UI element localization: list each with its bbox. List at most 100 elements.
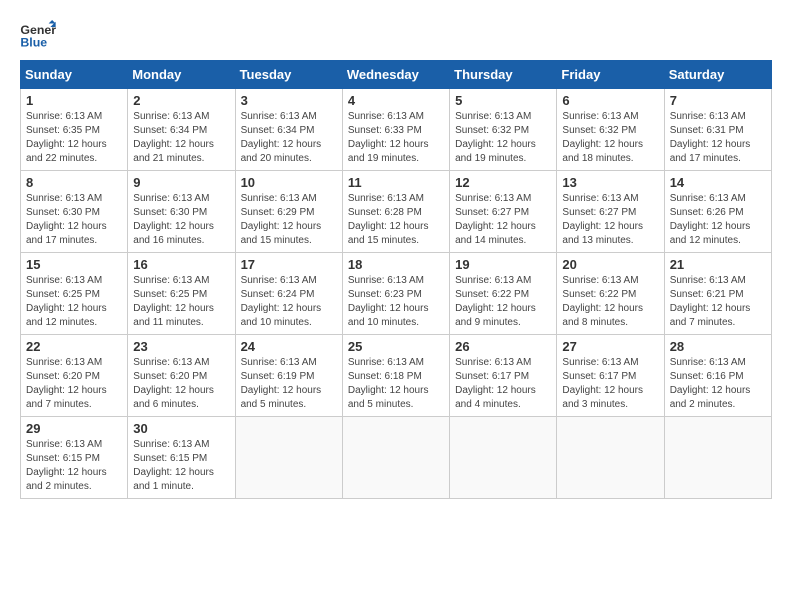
day-info: Sunrise: 6:13 AM Sunset: 6:29 PM Dayligh… [241, 192, 337, 248]
calendar-cell [342, 417, 449, 499]
day-number: 14 [670, 175, 766, 190]
calendar-cell: 10 Sunrise: 6:13 AM Sunset: 6:29 PM Dayl… [235, 171, 342, 253]
day-info: Sunrise: 6:13 AM Sunset: 6:16 PM Dayligh… [670, 356, 766, 412]
day-info: Sunrise: 6:13 AM Sunset: 6:34 PM Dayligh… [133, 110, 229, 166]
calendar-cell: 12 Sunrise: 6:13 AM Sunset: 6:27 PM Dayl… [450, 171, 557, 253]
day-info: Sunrise: 6:13 AM Sunset: 6:26 PM Dayligh… [670, 192, 766, 248]
day-info: Sunrise: 6:13 AM Sunset: 6:17 PM Dayligh… [562, 356, 658, 412]
day-number: 29 [26, 421, 122, 436]
calendar-week-row: 29 Sunrise: 6:13 AM Sunset: 6:15 PM Dayl… [21, 417, 772, 499]
calendar-cell: 11 Sunrise: 6:13 AM Sunset: 6:28 PM Dayl… [342, 171, 449, 253]
calendar-cell: 30 Sunrise: 6:13 AM Sunset: 6:15 PM Dayl… [128, 417, 235, 499]
day-info: Sunrise: 6:13 AM Sunset: 6:20 PM Dayligh… [133, 356, 229, 412]
day-number: 13 [562, 175, 658, 190]
day-info: Sunrise: 6:13 AM Sunset: 6:25 PM Dayligh… [26, 274, 122, 330]
day-info: Sunrise: 6:13 AM Sunset: 6:22 PM Dayligh… [455, 274, 551, 330]
day-info: Sunrise: 6:13 AM Sunset: 6:15 PM Dayligh… [26, 438, 122, 494]
calendar-cell: 14 Sunrise: 6:13 AM Sunset: 6:26 PM Dayl… [664, 171, 771, 253]
day-info: Sunrise: 6:13 AM Sunset: 6:28 PM Dayligh… [348, 192, 444, 248]
calendar: SundayMondayTuesdayWednesdayThursdayFrid… [20, 60, 772, 499]
calendar-header-row: SundayMondayTuesdayWednesdayThursdayFrid… [21, 61, 772, 89]
day-number: 19 [455, 257, 551, 272]
header-day-monday: Monday [128, 61, 235, 89]
day-info: Sunrise: 6:13 AM Sunset: 6:19 PM Dayligh… [241, 356, 337, 412]
day-number: 12 [455, 175, 551, 190]
calendar-cell: 9 Sunrise: 6:13 AM Sunset: 6:30 PM Dayli… [128, 171, 235, 253]
day-info: Sunrise: 6:13 AM Sunset: 6:32 PM Dayligh… [455, 110, 551, 166]
day-info: Sunrise: 6:13 AM Sunset: 6:32 PM Dayligh… [562, 110, 658, 166]
header-day-tuesday: Tuesday [235, 61, 342, 89]
day-info: Sunrise: 6:13 AM Sunset: 6:24 PM Dayligh… [241, 274, 337, 330]
day-info: Sunrise: 6:13 AM Sunset: 6:34 PM Dayligh… [241, 110, 337, 166]
day-info: Sunrise: 6:13 AM Sunset: 6:33 PM Dayligh… [348, 110, 444, 166]
day-number: 6 [562, 93, 658, 108]
day-info: Sunrise: 6:13 AM Sunset: 6:30 PM Dayligh… [26, 192, 122, 248]
logo: General Blue [20, 20, 56, 50]
day-number: 17 [241, 257, 337, 272]
calendar-cell: 7 Sunrise: 6:13 AM Sunset: 6:31 PM Dayli… [664, 89, 771, 171]
calendar-cell [235, 417, 342, 499]
day-info: Sunrise: 6:13 AM Sunset: 6:25 PM Dayligh… [133, 274, 229, 330]
calendar-cell: 3 Sunrise: 6:13 AM Sunset: 6:34 PM Dayli… [235, 89, 342, 171]
calendar-cell: 19 Sunrise: 6:13 AM Sunset: 6:22 PM Dayl… [450, 253, 557, 335]
calendar-cell: 15 Sunrise: 6:13 AM Sunset: 6:25 PM Dayl… [21, 253, 128, 335]
calendar-cell: 1 Sunrise: 6:13 AM Sunset: 6:35 PM Dayli… [21, 89, 128, 171]
svg-text:Blue: Blue [20, 35, 47, 49]
day-info: Sunrise: 6:13 AM Sunset: 6:30 PM Dayligh… [133, 192, 229, 248]
day-info: Sunrise: 6:13 AM Sunset: 6:27 PM Dayligh… [455, 192, 551, 248]
calendar-cell: 17 Sunrise: 6:13 AM Sunset: 6:24 PM Dayl… [235, 253, 342, 335]
day-number: 11 [348, 175, 444, 190]
day-number: 18 [348, 257, 444, 272]
header-day-sunday: Sunday [21, 61, 128, 89]
day-number: 2 [133, 93, 229, 108]
day-number: 25 [348, 339, 444, 354]
calendar-cell: 23 Sunrise: 6:13 AM Sunset: 6:20 PM Dayl… [128, 335, 235, 417]
header-day-saturday: Saturday [664, 61, 771, 89]
calendar-cell: 20 Sunrise: 6:13 AM Sunset: 6:22 PM Dayl… [557, 253, 664, 335]
calendar-cell: 6 Sunrise: 6:13 AM Sunset: 6:32 PM Dayli… [557, 89, 664, 171]
day-info: Sunrise: 6:13 AM Sunset: 6:23 PM Dayligh… [348, 274, 444, 330]
calendar-cell: 25 Sunrise: 6:13 AM Sunset: 6:18 PM Dayl… [342, 335, 449, 417]
calendar-week-row: 1 Sunrise: 6:13 AM Sunset: 6:35 PM Dayli… [21, 89, 772, 171]
day-number: 8 [26, 175, 122, 190]
day-number: 23 [133, 339, 229, 354]
calendar-cell [664, 417, 771, 499]
calendar-cell: 26 Sunrise: 6:13 AM Sunset: 6:17 PM Dayl… [450, 335, 557, 417]
day-info: Sunrise: 6:13 AM Sunset: 6:21 PM Dayligh… [670, 274, 766, 330]
day-number: 9 [133, 175, 229, 190]
header-day-thursday: Thursday [450, 61, 557, 89]
day-info: Sunrise: 6:13 AM Sunset: 6:35 PM Dayligh… [26, 110, 122, 166]
calendar-cell: 24 Sunrise: 6:13 AM Sunset: 6:19 PM Dayl… [235, 335, 342, 417]
calendar-week-row: 22 Sunrise: 6:13 AM Sunset: 6:20 PM Dayl… [21, 335, 772, 417]
day-info: Sunrise: 6:13 AM Sunset: 6:31 PM Dayligh… [670, 110, 766, 166]
calendar-cell [557, 417, 664, 499]
calendar-cell: 29 Sunrise: 6:13 AM Sunset: 6:15 PM Dayl… [21, 417, 128, 499]
day-info: Sunrise: 6:13 AM Sunset: 6:27 PM Dayligh… [562, 192, 658, 248]
calendar-cell: 18 Sunrise: 6:13 AM Sunset: 6:23 PM Dayl… [342, 253, 449, 335]
day-info: Sunrise: 6:13 AM Sunset: 6:18 PM Dayligh… [348, 356, 444, 412]
calendar-cell: 8 Sunrise: 6:13 AM Sunset: 6:30 PM Dayli… [21, 171, 128, 253]
calendar-cell: 13 Sunrise: 6:13 AM Sunset: 6:27 PM Dayl… [557, 171, 664, 253]
day-number: 28 [670, 339, 766, 354]
day-number: 27 [562, 339, 658, 354]
calendar-cell: 5 Sunrise: 6:13 AM Sunset: 6:32 PM Dayli… [450, 89, 557, 171]
day-number: 22 [26, 339, 122, 354]
calendar-cell: 2 Sunrise: 6:13 AM Sunset: 6:34 PM Dayli… [128, 89, 235, 171]
day-number: 5 [455, 93, 551, 108]
header-day-friday: Friday [557, 61, 664, 89]
day-number: 4 [348, 93, 444, 108]
day-info: Sunrise: 6:13 AM Sunset: 6:15 PM Dayligh… [133, 438, 229, 494]
calendar-cell: 27 Sunrise: 6:13 AM Sunset: 6:17 PM Dayl… [557, 335, 664, 417]
calendar-cell: 21 Sunrise: 6:13 AM Sunset: 6:21 PM Dayl… [664, 253, 771, 335]
day-number: 3 [241, 93, 337, 108]
header: General Blue [20, 20, 772, 50]
calendar-cell: 16 Sunrise: 6:13 AM Sunset: 6:25 PM Dayl… [128, 253, 235, 335]
day-number: 26 [455, 339, 551, 354]
calendar-cell: 22 Sunrise: 6:13 AM Sunset: 6:20 PM Dayl… [21, 335, 128, 417]
day-info: Sunrise: 6:13 AM Sunset: 6:17 PM Dayligh… [455, 356, 551, 412]
day-number: 24 [241, 339, 337, 354]
day-info: Sunrise: 6:13 AM Sunset: 6:22 PM Dayligh… [562, 274, 658, 330]
day-number: 16 [133, 257, 229, 272]
day-info: Sunrise: 6:13 AM Sunset: 6:20 PM Dayligh… [26, 356, 122, 412]
calendar-cell [450, 417, 557, 499]
